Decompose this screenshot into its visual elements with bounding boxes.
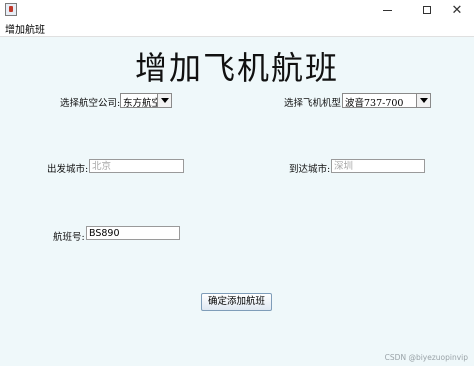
departure-city-input[interactable] <box>89 159 184 173</box>
maximize-icon <box>423 6 431 14</box>
maximize-button[interactable] <box>410 0 444 20</box>
chevron-down-icon[interactable] <box>416 94 430 107</box>
aircraft-select[interactable]: 波音737-700 <box>342 93 431 109</box>
chevron-down-icon[interactable] <box>157 94 171 107</box>
confirm-add-flight-button[interactable]: 确定添加航班 <box>201 293 272 311</box>
aircraft-selected-value: 波音737-700 <box>345 98 404 109</box>
close-button[interactable]: ✕ <box>440 0 474 20</box>
flight-number-label: 航班号: <box>53 232 85 243</box>
airline-label: 选择航空公司: <box>60 98 121 109</box>
aircraft-label: 选择飞机机型: <box>284 98 345 109</box>
form-panel: 增加飞机航班 选择航空公司: 东方航空 选择飞机机型: 波音737-700 出发… <box>0 37 474 366</box>
window-titlebar: ✕ <box>0 0 474 20</box>
java-cup-icon <box>5 3 17 16</box>
menubar: 增加航班 <box>0 20 474 37</box>
arrival-city-input[interactable] <box>331 159 425 173</box>
minimize-button[interactable] <box>370 0 404 20</box>
watermark-text: CSDN @biyezuopinvip <box>384 353 468 362</box>
airline-selected-value: 东方航空 <box>123 98 162 109</box>
page-title: 增加飞机航班 <box>134 49 339 87</box>
departure-label: 出发城市: <box>47 164 89 175</box>
flight-number-input[interactable] <box>86 226 180 240</box>
arrival-label: 到达城市: <box>289 164 331 175</box>
menu-item-add-flight[interactable]: 增加航班 <box>5 21 45 36</box>
minimize-icon <box>382 9 392 11</box>
close-icon: ✕ <box>451 2 463 18</box>
airline-select[interactable]: 东方航空 <box>120 93 172 109</box>
